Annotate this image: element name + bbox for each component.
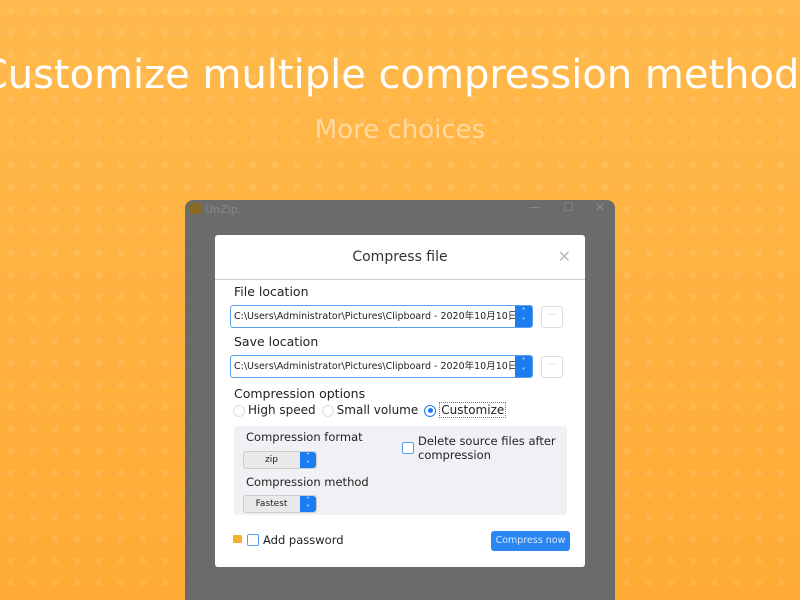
spinner-icon: ˄ ˅ — [300, 496, 316, 513]
file-browse-button[interactable]: ··· — [541, 306, 563, 328]
spinner-icon: ˄ ˅ — [300, 452, 316, 469]
file-location-value: C:\Users\Administrator\Pictures\Clipboar… — [234, 311, 533, 322]
method-label: Compression method — [246, 475, 369, 489]
dialog-close-button[interactable]: ✕ — [558, 247, 571, 266]
radio-selected-icon — [424, 404, 437, 417]
save-location-label: Save location — [234, 334, 319, 349]
maximize-button[interactable]: ☐ — [563, 200, 574, 214]
file-location-input[interactable]: C:\Users\Administrator\Pictures\Clipboar… — [230, 305, 533, 328]
option-customize[interactable]: Customize — [424, 402, 507, 418]
save-location-input[interactable]: C:\Users\Administrator\Pictures\Clipboar… — [230, 355, 533, 378]
app-title: UnZip. — [205, 203, 242, 216]
lock-icon — [233, 535, 242, 543]
option-label: Small volume — [336, 403, 419, 417]
file-location-label: File location — [234, 284, 309, 299]
format-select[interactable]: zip ˄ ˅ — [243, 451, 317, 469]
minimize-button[interactable]: — — [529, 200, 541, 214]
radio-icon — [321, 404, 334, 417]
headline: Customize multiple compression methods — [0, 52, 800, 98]
format-label: Compression format — [246, 430, 363, 444]
compress-dialog: Compress file ✕ File location C:\Users\A… — [215, 235, 585, 567]
option-high-speed[interactable]: High speed — [233, 403, 316, 417]
method-value: Fastest — [255, 499, 288, 509]
save-browse-button[interactable]: ··· — [541, 356, 563, 378]
password-label: Add password — [263, 533, 344, 547]
window-close-button[interactable]: ✕ — [595, 200, 605, 214]
custom-options-panel: Compression format zip ˄ ˅ Compression met… — [234, 426, 567, 515]
delete-source-checkbox[interactable] — [402, 442, 414, 454]
save-location-spinner[interactable]: ˄ ˅ — [515, 356, 532, 377]
method-select[interactable]: Fastest ˄ ˅ — [243, 495, 317, 513]
compress-now-button[interactable]: Compress now — [491, 531, 570, 551]
option-small-volume[interactable]: Small volume — [321, 403, 419, 417]
app-logo-icon — [190, 203, 201, 214]
password-checkbox[interactable] — [247, 534, 259, 546]
save-location-value: C:\Users\Administrator\Pictures\Clipboar… — [234, 361, 533, 372]
radio-icon — [233, 404, 245, 417]
option-label: High speed — [248, 403, 316, 417]
dialog-title: Compress file — [215, 235, 585, 280]
format-value: zip — [265, 455, 278, 465]
subtitle: More choices — [314, 115, 486, 145]
option-label: Customize — [439, 402, 507, 418]
file-location-spinner[interactable]: ˄ ˅ — [515, 306, 532, 327]
compression-options-group: High speed Small volume Customize — [233, 402, 507, 418]
compression-options-label: Compression options — [234, 386, 366, 401]
delete-source-label: Delete source files after compression — [418, 434, 556, 462]
